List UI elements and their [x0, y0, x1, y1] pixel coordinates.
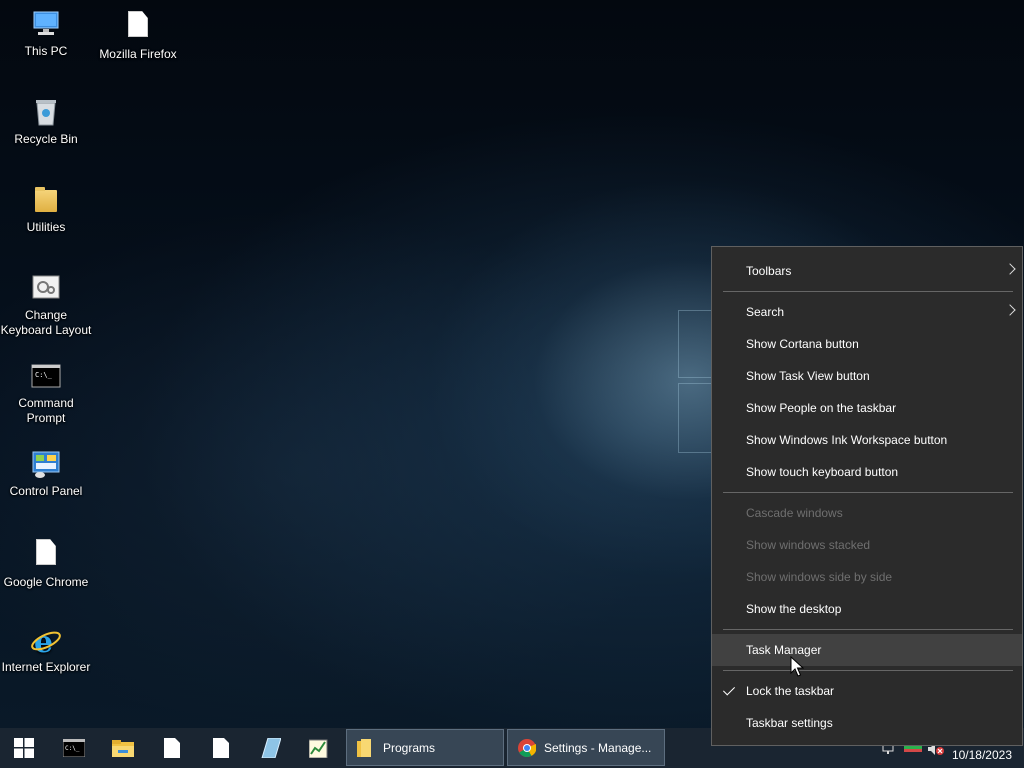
menu-item-label: Show People on the taskbar	[746, 401, 897, 415]
command-prompt-icon: C:\_	[30, 360, 62, 392]
desktop-icon-label: Command Prompt	[18, 396, 74, 425]
menu-item-label: Show Windows Ink Workspace button	[746, 433, 948, 447]
menu-item-show-touch-keyboard[interactable]: Show touch keyboard button	[712, 456, 1022, 488]
notepad-chart-icon	[309, 739, 328, 758]
file-explorer-icon	[112, 740, 134, 757]
document-icon	[30, 539, 62, 571]
desktop-icon-mozilla-firefox[interactable]: Mozilla Firefox	[92, 8, 184, 62]
menu-item-label: Show windows stacked	[746, 538, 871, 552]
desktop-icon-label: Recycle Bin	[14, 132, 78, 146]
menu-item-search[interactable]: Search	[712, 296, 1022, 328]
mouse-cursor-icon	[790, 656, 804, 677]
menu-item-toolbars[interactable]: Toolbars	[712, 255, 1022, 287]
menu-item-label: Toolbars	[746, 264, 792, 278]
start-button[interactable]	[0, 728, 48, 768]
computer-icon	[30, 8, 62, 40]
chevron-right-icon	[1004, 304, 1016, 316]
menu-item-show-cortana[interactable]: Show Cortana button	[712, 328, 1022, 360]
chrome-icon	[518, 738, 537, 757]
taskbar-file-explorer[interactable]	[99, 728, 147, 768]
taskbar-context-menu[interactable]: Toolbars Search Show Cortana button Show…	[711, 246, 1023, 746]
menu-separator	[723, 492, 1013, 493]
menu-item-show-task-view[interactable]: Show Task View button	[712, 360, 1022, 392]
desktop-icon-label: Internet Explorer	[1, 660, 91, 674]
menu-item-task-manager[interactable]: Task Manager	[712, 634, 1022, 666]
keyboard-settings-icon	[30, 272, 62, 304]
wallpaper-window-pane	[678, 310, 712, 378]
taskbar-window-settings[interactable]: Settings - Manage...	[507, 729, 665, 766]
document-icon	[213, 738, 229, 758]
taskbar-window-label: Settings - Manage...	[544, 740, 652, 755]
desktop-icon-label: Utilities	[26, 220, 66, 234]
control-panel-icon	[30, 448, 62, 480]
menu-item-label: Show Task View button	[746, 369, 870, 383]
menu-item-lock-taskbar[interactable]: Lock the taskbar	[712, 675, 1022, 707]
document-icon	[164, 738, 180, 758]
menu-separator	[723, 670, 1013, 671]
desktop-icon-label: Control Panel	[9, 484, 83, 498]
menu-separator	[723, 291, 1013, 292]
taskbar-app-chart[interactable]	[295, 728, 343, 768]
taskbar-window-label: Programs	[383, 740, 436, 755]
desktop-icon-this-pc[interactable]: This PC	[0, 8, 92, 59]
windows-logo-icon	[14, 738, 34, 758]
command-prompt-icon: C:\_	[63, 739, 85, 757]
desktop-icon-label: This PC	[24, 44, 68, 58]
folder-icon	[357, 738, 375, 757]
menu-item-taskbar-settings[interactable]: Taskbar settings	[712, 707, 1022, 739]
desktop-icon-recycle-bin[interactable]: Recycle Bin	[0, 96, 92, 147]
desktop-icon-label: Google Chrome	[3, 575, 89, 589]
menu-item-label: Show Cortana button	[746, 337, 859, 351]
menu-item-label: Cascade windows	[746, 506, 843, 520]
desktop-icon-change-keyboard-layout[interactable]: Change Keyboard Layout	[0, 272, 92, 338]
menu-separator	[723, 629, 1013, 630]
desktop-icon-control-panel[interactable]: Control Panel	[0, 448, 92, 499]
menu-item-label: Show windows side by side	[746, 570, 893, 584]
folder-icon	[30, 184, 62, 216]
menu-item-show-ink-workspace[interactable]: Show Windows Ink Workspace button	[712, 424, 1022, 456]
menu-item-cascade-windows: Cascade windows	[712, 497, 1022, 529]
taskbar-app-blue[interactable]	[246, 728, 294, 768]
menu-item-windows-stacked: Show windows stacked	[712, 529, 1022, 561]
desktop-icon-label: Change Keyboard Layout	[0, 308, 92, 337]
desktop-icon-internet-explorer[interactable]: e Internet Explorer	[0, 624, 92, 675]
document-icon	[122, 11, 154, 43]
svg-text:C:\_: C:\_	[35, 371, 53, 379]
chevron-right-icon	[1004, 263, 1016, 275]
desktop-icon-google-chrome[interactable]: Google Chrome	[0, 536, 92, 590]
svg-text:C:\_: C:\_	[65, 745, 80, 752]
menu-item-label: Show touch keyboard button	[746, 465, 899, 479]
checkmark-icon	[722, 683, 736, 696]
taskbar-document-2[interactable]	[197, 728, 245, 768]
menu-item-label: Show the desktop	[746, 602, 842, 616]
menu-item-label: Search	[746, 305, 785, 319]
menu-item-show-people[interactable]: Show People on the taskbar	[712, 392, 1022, 424]
desktop-icon-label: Mozilla Firefox	[99, 47, 177, 61]
internet-explorer-icon: e	[30, 624, 62, 660]
menu-item-label: Task Manager	[746, 643, 822, 657]
menu-item-show-desktop[interactable]: Show the desktop	[712, 593, 1022, 625]
taskbar-document-1[interactable]	[148, 728, 196, 768]
menu-item-label: Lock the taskbar	[746, 684, 835, 698]
taskbar-command-prompt[interactable]: C:\_	[50, 728, 98, 768]
recycle-bin-icon	[30, 96, 62, 128]
desktop-icon-command-prompt[interactable]: C:\_ Command Prompt	[0, 360, 92, 426]
taskbar-clock-date[interactable]: 10/18/2023	[952, 748, 1012, 762]
menu-item-windows-side-by-side: Show windows side by side	[712, 561, 1022, 593]
wallpaper-window-pane	[678, 383, 712, 453]
glass-app-icon	[261, 738, 281, 758]
desktop-icon-utilities[interactable]: Utilities	[0, 184, 92, 235]
taskbar-window-programs[interactable]: Programs	[346, 729, 504, 766]
menu-item-label: Taskbar settings	[746, 716, 833, 730]
